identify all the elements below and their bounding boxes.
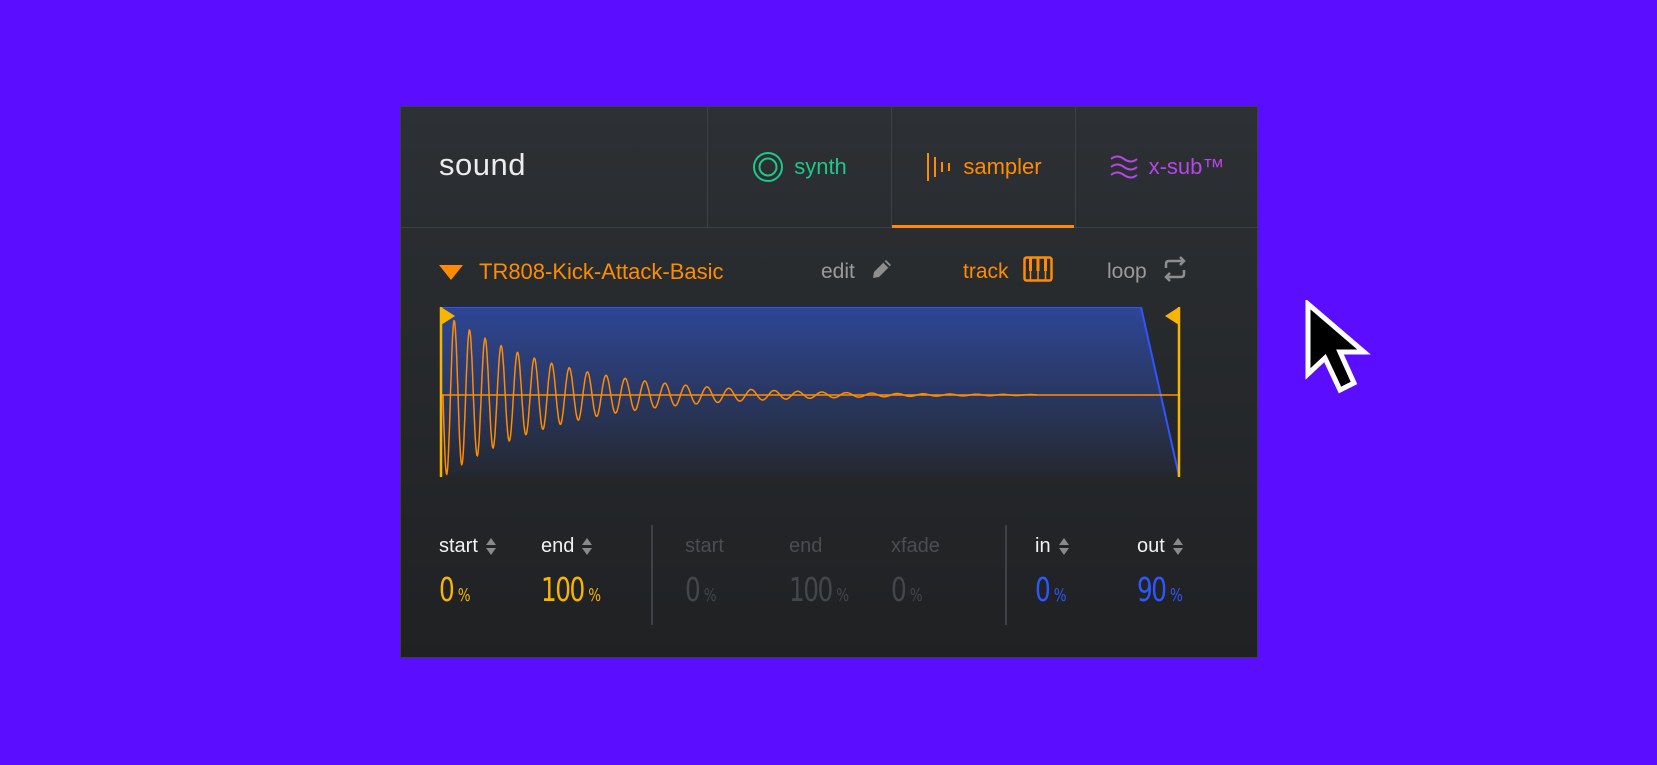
fade-in-param[interactable]: in 0% <box>1035 535 1077 609</box>
edit-button[interactable]: edit <box>821 255 895 289</box>
sample-end-param[interactable]: end 100% <box>541 535 621 609</box>
loop-xfade-param: xfade 0% <box>891 535 940 609</box>
mouse-pointer-icon <box>1305 300 1371 394</box>
loop-start-label: start <box>685 535 724 557</box>
stepper-arrows-icon[interactable] <box>1058 538 1069 555</box>
stepper-arrows-icon[interactable] <box>1172 538 1183 555</box>
pencil-icon <box>869 256 895 288</box>
divider <box>1005 525 1007 625</box>
panel-title: sound <box>439 147 526 182</box>
loop-end-label: end <box>789 535 823 557</box>
track-button[interactable]: track <box>963 255 1053 289</box>
waveform-display[interactable] <box>437 307 1183 497</box>
sample-selector[interactable]: TR808-Kick-Attack-Basic <box>439 255 724 289</box>
loop-button[interactable]: loop <box>1107 255 1189 289</box>
fade-out-label: out <box>1137 535 1165 557</box>
tab-sampler-label: sampler <box>963 154 1042 179</box>
tab-x-sub[interactable]: x-sub™ <box>1075 107 1257 227</box>
loop-end-param: end 100% <box>789 535 869 609</box>
unit-label: % <box>588 585 602 606</box>
fade-out-value: 90 <box>1137 570 1167 609</box>
dropdown-triangle-icon <box>439 264 463 280</box>
loop-start-param: start 0% <box>685 535 727 609</box>
unit-label: % <box>909 585 923 606</box>
ring-icon <box>752 151 784 183</box>
xfade-label: xfade <box>891 535 940 557</box>
sample-start-label: start <box>439 535 478 557</box>
tab-x-sub-label: x-sub™ <box>1148 154 1225 179</box>
sample-name: TR808-Kick-Attack-Basic <box>479 259 724 284</box>
fade-in-value: 0 <box>1035 570 1051 609</box>
loop-start-value: 0 <box>685 570 701 609</box>
tab-synth[interactable]: synth <box>707 107 891 227</box>
sample-start-value: 0 <box>439 570 455 609</box>
sample-end-value: 100 <box>541 570 585 609</box>
divider <box>651 525 653 625</box>
tab-sampler[interactable]: sampler <box>891 107 1075 227</box>
end-marker-flag-icon[interactable] <box>1165 307 1179 325</box>
active-tab-indicator <box>892 225 1074 228</box>
panel-header: sound synth sampler x-sub™ <box>401 107 1257 228</box>
fade-out-param[interactable]: out 90% <box>1137 535 1198 609</box>
piano-keys-icon <box>1022 256 1053 288</box>
sample-end-label: end <box>541 535 575 557</box>
track-label: track <box>963 260 1009 283</box>
fade-in-label: in <box>1035 535 1051 557</box>
xfade-value: 0 <box>891 570 907 609</box>
unit-label: % <box>457 585 471 606</box>
sample-start-param[interactable]: start 0% <box>439 535 496 609</box>
sound-panel: sound synth sampler x-sub™ TR808-Kick-At… <box>400 106 1258 658</box>
waves-icon <box>1109 152 1139 182</box>
unit-label: % <box>836 585 850 606</box>
loop-label: loop <box>1107 260 1147 283</box>
stepper-arrows-icon[interactable] <box>485 538 496 555</box>
unit-label: % <box>703 585 717 606</box>
loop-end-value: 100 <box>789 570 833 609</box>
unit-label: % <box>1053 585 1067 606</box>
unit-label: % <box>1170 585 1183 606</box>
fade-envelope-area <box>441 307 1179 476</box>
edit-label: edit <box>821 260 855 283</box>
tab-synth-label: synth <box>794 154 847 179</box>
loop-icon <box>1161 256 1189 288</box>
sampler-bars-icon <box>925 151 953 183</box>
stepper-arrows-icon[interactable] <box>582 538 593 555</box>
